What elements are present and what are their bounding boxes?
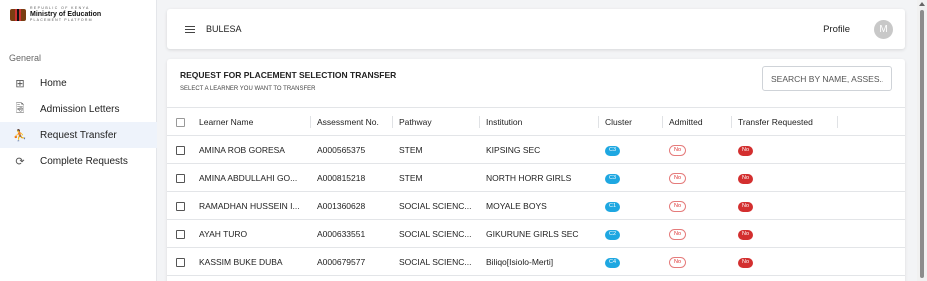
assessment-no: A000679577 xyxy=(311,247,393,276)
top-header: BULESA Profile M xyxy=(167,9,905,49)
cluster-badge: C1 xyxy=(605,202,621,212)
admitted-badge: No xyxy=(669,256,687,269)
learner-name: AYAH TURO xyxy=(199,228,248,239)
column-header-transfer-requested[interactable]: Transfer Requested xyxy=(732,107,838,136)
column-header-pathway[interactable]: Pathway xyxy=(393,107,480,136)
select-all-checkbox[interactable] xyxy=(176,117,185,127)
learners-table: Learner Name Assessment No. Pathway Inst… xyxy=(167,107,905,276)
cluster-badge: C4 xyxy=(605,258,621,268)
refresh-icon: ⟳ xyxy=(15,155,25,168)
pathway: STEM xyxy=(393,163,480,192)
learner-name: KASSIM BUKE DUBA xyxy=(199,256,283,267)
pathway: STEM xyxy=(393,135,480,164)
sidebar-item-label: Home xyxy=(40,77,67,89)
scroll-up-icon[interactable] xyxy=(919,2,925,6)
column-header-learner-name[interactable]: Learner Name xyxy=(193,107,311,136)
page-scrollbar[interactable] xyxy=(917,0,927,281)
transfer-requested-badge: No xyxy=(738,258,754,268)
assessment-no: A001360628 xyxy=(311,191,393,220)
learner-name: AMINA ROB GORESA xyxy=(199,144,285,155)
transfer-request-card: REQUEST FOR PLACEMENT SELECTION TRANSFER… xyxy=(167,59,905,281)
column-header-cluster[interactable]: Cluster xyxy=(599,107,663,136)
admitted-badge: No xyxy=(669,228,687,241)
sidebar: REPUBLIC OF KENYA Ministry of Education … xyxy=(0,0,157,281)
sidebar-nav: ⊞ Home 🗟 Admission Letters ⛹ Request Tra… xyxy=(0,70,157,174)
institution: NORTH HORR GIRLS xyxy=(480,163,599,192)
row-checkbox[interactable] xyxy=(176,257,185,267)
column-header-institution[interactable]: Institution xyxy=(480,107,599,136)
transfer-requested-badge: No xyxy=(738,146,754,156)
cluster-badge: C3 xyxy=(605,146,621,156)
transfer-requested-badge: No xyxy=(738,230,754,240)
cluster-badge: C2 xyxy=(605,230,621,240)
kenya-crest-icon xyxy=(10,8,26,21)
sidebar-section-general: General xyxy=(9,53,42,63)
menu-icon[interactable] xyxy=(185,25,195,33)
row-checkbox[interactable] xyxy=(176,201,185,211)
sidebar-item-label: Complete Requests xyxy=(40,155,128,167)
page-title: REQUEST FOR PLACEMENT SELECTION TRANSFER xyxy=(180,70,397,80)
ministry-logo[interactable]: REPUBLIC OF KENYA Ministry of Education … xyxy=(10,6,102,22)
cluster-badge: C3 xyxy=(605,174,621,184)
table-row[interactable]: AMINA ROB GORESA A000565375 STEM KIPSING… xyxy=(167,135,905,164)
sidebar-item-label: Admission Letters xyxy=(40,103,120,115)
sidebar-item-admission-letters[interactable]: 🗟 Admission Letters xyxy=(0,96,157,122)
column-header-admitted[interactable]: Admitted xyxy=(663,107,732,136)
institution: MOYALE BOYS xyxy=(480,191,599,220)
row-checkbox[interactable] xyxy=(176,173,185,183)
assessment-no: A000815218 xyxy=(311,163,393,192)
pathway: SOCIAL SCIENC... xyxy=(393,191,480,220)
sidebar-item-request-transfer[interactable]: ⛹ Request Transfer xyxy=(0,122,157,148)
row-checkbox[interactable] xyxy=(176,229,185,239)
institution: Biliqo[Isiolo-Merti] xyxy=(480,247,599,276)
logo-ministry-text: Ministry of Education xyxy=(30,10,102,18)
institution: KIPSING SEC xyxy=(480,135,599,164)
admitted-badge: No xyxy=(669,172,687,185)
sidebar-item-label: Request Transfer xyxy=(40,129,117,141)
logo-platform-text: PLACEMENT PLATFORM xyxy=(30,17,93,22)
letter-icon: 🗟 xyxy=(15,102,25,115)
pathway: SOCIAL SCIENC... xyxy=(393,219,480,248)
institution: GIKURUNE GIRLS SEC xyxy=(480,219,599,248)
admitted-badge: No xyxy=(669,144,687,157)
row-checkbox[interactable] xyxy=(176,145,185,155)
scrollbar-thumb[interactable] xyxy=(920,10,924,278)
table-header-row: Learner Name Assessment No. Pathway Inst… xyxy=(167,107,905,136)
transfer-requested-badge: No xyxy=(738,202,754,212)
assessment-no: A000633551 xyxy=(311,219,393,248)
profile-link[interactable]: Profile xyxy=(823,24,850,35)
table-row[interactable]: AMINA ABDULLAHI GO... A000815218 STEM NO… xyxy=(167,163,905,192)
admitted-badge: No xyxy=(669,200,687,213)
sidebar-item-complete-requests[interactable]: ⟳ Complete Requests xyxy=(0,148,157,174)
page-subtitle: SELECT A LEARNER YOU WANT TO TRANSFER xyxy=(180,86,316,92)
column-header-assessment-no[interactable]: Assessment No. xyxy=(311,107,393,136)
table-row[interactable]: KASSIM BUKE DUBA A000679577 SOCIAL SCIEN… xyxy=(167,247,905,276)
assessment-no: A000565375 xyxy=(311,135,393,164)
home-icon: ⊞ xyxy=(15,77,25,90)
search-input[interactable] xyxy=(762,66,892,91)
learner-name: AMINA ABDULLAHI GO... xyxy=(199,172,298,183)
transfer-requested-badge: No xyxy=(738,174,754,184)
sidebar-item-home[interactable]: ⊞ Home xyxy=(0,70,157,96)
pathway: SOCIAL SCIENC... xyxy=(393,247,480,276)
select-all-cell xyxy=(167,107,193,136)
table-row[interactable]: AYAH TURO A000633551 SOCIAL SCIENC... GI… xyxy=(167,219,905,248)
table-row[interactable]: RAMADHAN HUSSEIN I... A001360628 SOCIAL … xyxy=(167,191,905,220)
school-name: BULESA xyxy=(206,24,242,34)
transfer-person-icon: ⛹ xyxy=(13,129,27,142)
learner-name: RAMADHAN HUSSEIN I... xyxy=(199,200,300,211)
avatar[interactable]: M xyxy=(874,19,893,39)
